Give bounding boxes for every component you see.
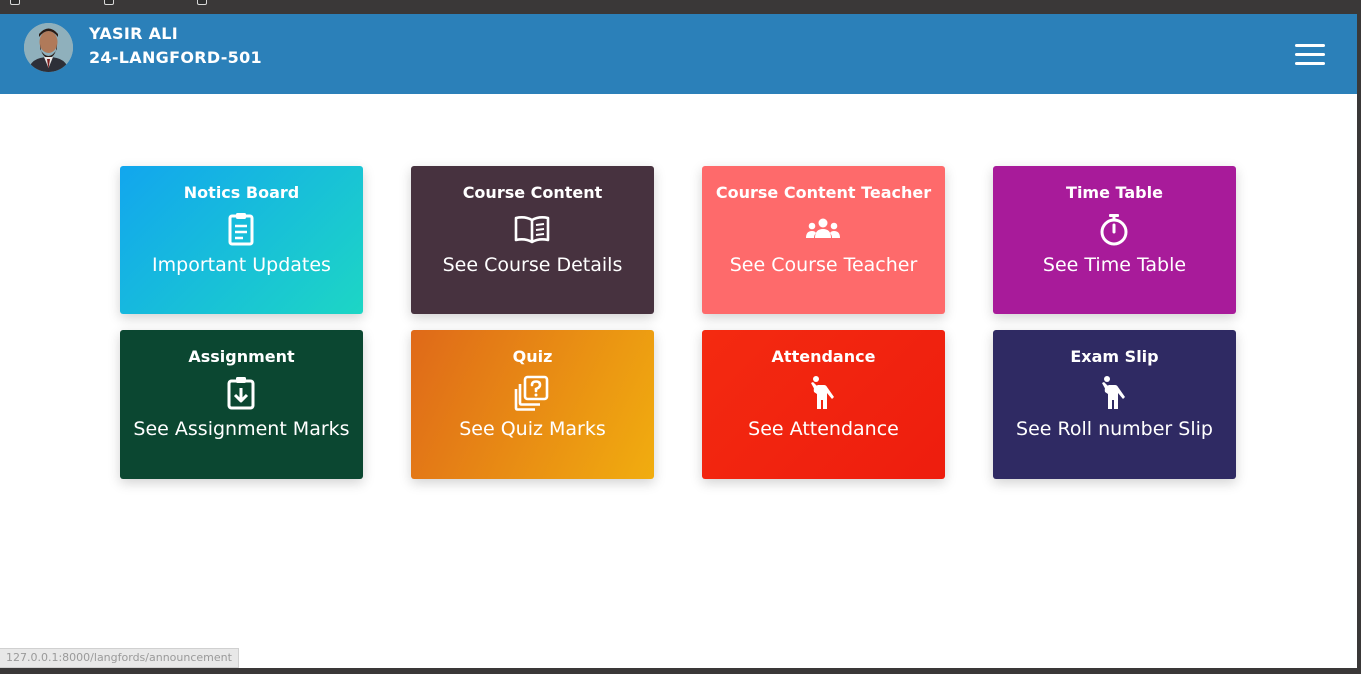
card-course-content[interactable]: Course Content See Course Details — [411, 166, 654, 314]
card-subtitle: See Time Table — [1042, 254, 1187, 276]
clipboard-download-icon — [227, 377, 255, 410]
hamburger-menu-button[interactable] — [1295, 44, 1325, 66]
top-header: YASIR ALI 24-LANGFORD-501 — [0, 14, 1357, 94]
status-bar-url: 127.0.0.1:8000/langfords/announcement — [0, 648, 239, 668]
person-hand-raised-icon — [811, 376, 834, 409]
card-title: Assignment — [188, 347, 295, 366]
user-photo-icon — [24, 23, 73, 72]
card-title: Attendance — [771, 347, 876, 366]
card-subtitle: See Course Details — [442, 254, 623, 276]
person-hand-raised-icon — [1102, 376, 1125, 409]
avatar[interactable] — [24, 23, 73, 72]
page-viewport: YASIR ALI 24-LANGFORD-501 Notics Board I… — [0, 14, 1357, 668]
bookmark-checkbox-icon — [10, 0, 20, 5]
card-subtitle: Important Updates — [152, 254, 331, 276]
card-exam-slip[interactable]: Exam Slip See Roll number Slip — [993, 330, 1236, 479]
card-course-content-teacher[interactable]: Course Content Teacher See Course Teache… — [702, 166, 945, 314]
card-subtitle: See Roll number Slip — [1016, 418, 1213, 440]
users-group-icon — [806, 218, 840, 238]
bookmark-checkbox-icon — [197, 0, 207, 5]
card-attendance[interactable]: Attendance See Attendance — [702, 330, 945, 479]
open-book-icon — [514, 216, 550, 244]
card-title: Exam Slip — [1070, 347, 1159, 366]
card-title: Course Content Teacher — [715, 183, 932, 202]
browser-bookmark-strip — [0, 0, 1361, 14]
card-subtitle: See Course Teacher — [729, 254, 918, 276]
menu-line — [1295, 62, 1325, 65]
card-notice-board[interactable]: Notics Board Important Updates — [120, 166, 363, 314]
card-subtitle: See Attendance — [748, 418, 899, 440]
question-stack-icon — [514, 375, 549, 411]
card-title: Notics Board — [183, 183, 300, 202]
card-assignment[interactable]: Assignment See Assignment Marks — [120, 330, 363, 479]
card-subtitle: See Assignment Marks — [133, 418, 350, 440]
clipboard-list-icon — [228, 213, 254, 246]
card-title: Time Table — [1066, 183, 1163, 202]
user-roll-number: 24-LANGFORD-501 — [89, 48, 262, 67]
menu-line — [1295, 44, 1325, 47]
card-title: Course Content — [462, 183, 603, 202]
menu-line — [1295, 53, 1325, 56]
card-subtitle: See Quiz Marks — [459, 418, 606, 440]
stopwatch-icon — [1100, 214, 1128, 246]
card-title: Quiz — [512, 347, 553, 366]
user-name: YASIR ALI — [89, 24, 179, 43]
card-time-table[interactable]: Time Table See Time Table — [993, 166, 1236, 314]
bookmark-checkbox-icon — [104, 0, 114, 5]
card-quiz[interactable]: Quiz See Quiz Marks — [411, 330, 654, 479]
